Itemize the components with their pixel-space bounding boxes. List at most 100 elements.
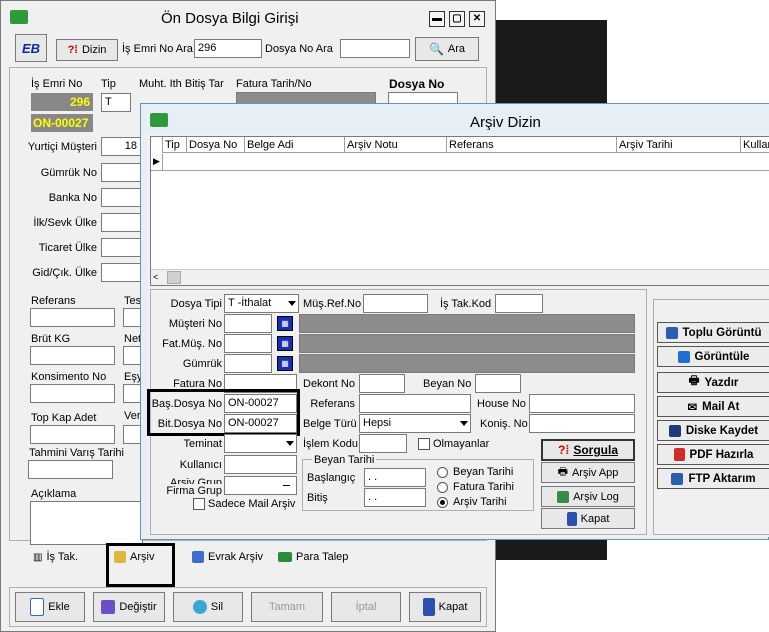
beyan-no-input[interactable] [475,374,521,393]
is-tak-kod-input[interactable] [495,294,543,313]
dekont-no-input[interactable] [359,374,405,393]
kapat-button[interactable]: Kapat [541,508,635,529]
ilk-sevk-input[interactable] [101,213,141,232]
konis-no-input[interactable] [529,414,635,433]
tab-evrak-arsiv[interactable]: Evrak Arşiv [192,551,263,563]
gid-cik-input[interactable] [101,263,141,282]
lookup-icon[interactable]: ▦ [277,316,293,331]
ara-button[interactable]: 🔍 Ara [415,37,479,61]
musteri-no-input[interactable] [224,314,272,333]
dash-icon [283,485,290,486]
radio-fatura-tarihi[interactable] [437,482,448,493]
col-tip-label: Tip [101,78,116,90]
grid-column-header[interactable]: Referans [447,137,617,153]
grid-column-header[interactable]: Kullan [741,137,769,153]
belge-turu-select[interactable]: Hepsi [359,414,471,433]
grid-column-header[interactable]: Dosya No [187,137,245,153]
tahmini-input[interactable] [28,460,113,479]
top-kap-input[interactable] [30,425,115,444]
brut-kg-input[interactable] [30,346,115,365]
referans-label: Referans [31,295,76,307]
horizontal-scrollbar[interactable]: < [151,269,769,285]
iptal-button[interactable]: İptal [331,592,401,622]
musteri-no-label: Müşteri No [168,318,222,330]
radio-beyan-tarihi[interactable] [437,467,448,478]
radio-arsiv-tarihi-label: Arşiv Tarihi [453,496,507,508]
mail-at-button[interactable]: ✉ Mail At [657,396,769,417]
grid-row[interactable] [163,154,769,171]
radio-arsiv-tarihi[interactable] [437,497,448,508]
lookup-icon[interactable]: ▦ [277,356,293,371]
gumruk-no-input[interactable] [101,163,141,182]
is-emri-no-ara-input[interactable]: 296 [194,39,262,58]
house-no-input[interactable] [529,394,635,413]
grid-row-indicator-header [151,137,163,153]
money-icon [278,552,292,562]
toplu-goruntu-button[interactable]: Toplu Görüntü [657,322,769,343]
arsiv-log-button[interactable]: Arşiv Log [541,486,635,507]
grid-column-header[interactable]: Belge Adi [245,137,345,153]
dosya-tipi-select[interactable]: T -İthalat [224,294,299,313]
chevron-down-icon [286,441,294,446]
grid-column-header[interactable]: Tip [163,137,187,153]
chevron-down-icon [288,301,296,306]
tip-input[interactable]: T [101,93,131,112]
yurtici-input[interactable]: 18 [101,137,141,156]
bitis-input[interactable]: . . [364,488,426,507]
exit-door-icon [566,511,577,526]
referans-input[interactable] [30,308,115,327]
diske-kaydet-button[interactable]: Diske Kaydet [657,420,769,441]
fat-mus-no-input[interactable] [224,334,272,353]
sil-button[interactable]: Sil [173,592,243,622]
sadece-mail-label: Sadece Mail Arşiv [208,498,296,510]
mus-ref-label: Müş.Ref.No [303,298,362,310]
lookup-icon[interactable]: ▦ [277,336,293,351]
dizin-icon: ?⁞ [67,44,78,56]
yazdir-button[interactable]: 🖶 Yazdır [657,372,769,393]
mus-ref-input[interactable] [363,294,428,313]
new-document-icon [30,598,45,616]
ilk-sevk-label: İlk/Sevk Ülke [33,217,97,229]
kapat-button[interactable]: Kapat [409,592,481,622]
tab-is-tak[interactable]: ▥ İş Tak. [33,551,78,563]
ver-label: Ver [124,410,141,422]
archive-grid[interactable]: Tip Dosya No Belge Adi Arşiv Notu Referans Ar… [150,136,769,286]
tab-para-talep[interactable]: Para Talep [278,551,348,563]
sorgula-button[interactable]: ?⁞ Sorgula [541,439,635,461]
islem-kodu-input[interactable] [359,434,407,453]
ticaret-label: Ticaret Ülke [38,242,97,254]
goruntule-button[interactable]: Görüntüle [657,346,769,367]
referans-label: Referans [310,398,355,410]
ekle-button[interactable]: Ekle [15,592,85,622]
gumruk-input[interactable] [224,354,272,373]
teminat-select[interactable] [224,434,297,453]
aciklama-textarea[interactable] [30,501,143,545]
arsiv-app-button[interactable]: 🖶 Arşiv App [541,462,635,483]
pdf-hazirla-button[interactable]: PDF Hazırla [657,444,769,465]
eb-logo-button[interactable]: EB [15,34,47,62]
close-button[interactable]: ✕ [469,11,485,27]
maximize-button[interactable]: ▢ [449,11,465,27]
scroll-thumb[interactable] [167,271,181,284]
dosya-no-ara-input[interactable] [340,39,410,58]
degistir-button[interactable]: Değiştir [93,592,165,622]
konsimento-input[interactable] [30,384,115,403]
col-muht-label: Muht. Ith Bitiş Tar [139,78,224,90]
grid-column-header[interactable]: Arşiv Tarihi [617,137,741,153]
ftp-aktarim-button[interactable]: FTP Aktarım [657,468,769,489]
ticaret-input[interactable] [101,238,141,257]
dizin-button[interactable]: ?⁞ Dizin [56,39,118,61]
scroll-left-arrow[interactable]: < [153,272,158,282]
minimize-button[interactable]: ▬ [429,11,445,27]
banka-no-input[interactable] [101,188,141,207]
arsiv-dizin-window: Arşiv Dizin Tip Dosya No Belge Adi Arşiv No… [140,103,769,540]
olmayanlar-checkbox[interactable] [418,438,430,450]
sadece-mail-checkbox[interactable] [193,498,205,510]
firma-grup-select[interactable] [224,476,297,495]
tamam-button[interactable]: Tamam [251,592,323,622]
grid-column-header[interactable]: Arşiv Notu [345,137,447,153]
baslangic-input[interactable]: . . [364,468,426,487]
kullanici-input[interactable] [224,455,297,474]
referans-input[interactable] [359,394,471,413]
chevron-down-icon [460,421,468,426]
